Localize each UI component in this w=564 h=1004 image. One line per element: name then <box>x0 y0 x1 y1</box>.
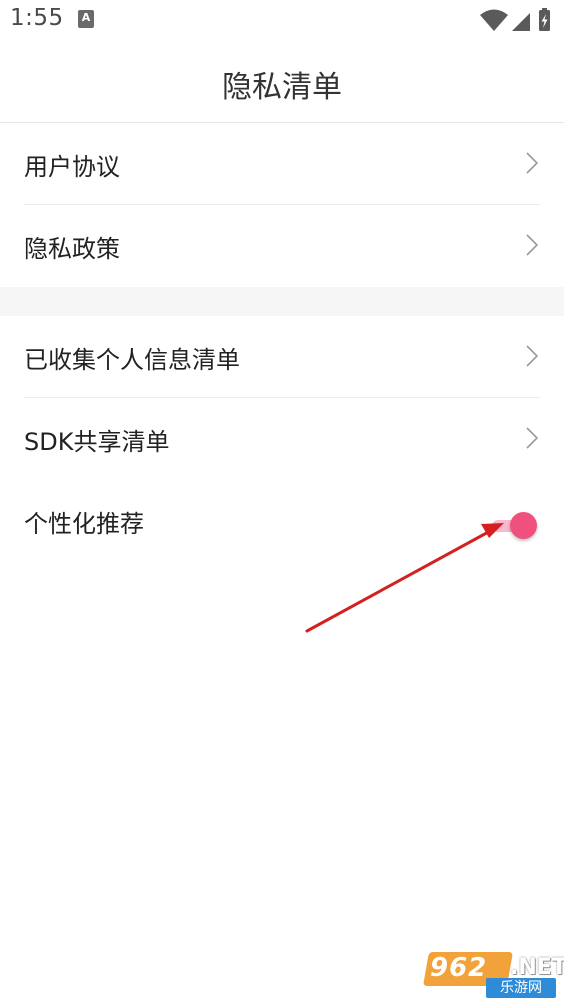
status-icons <box>480 8 550 31</box>
watermark-logo: 962 <box>430 953 488 983</box>
chevron-right-icon <box>526 345 538 367</box>
sdk-share-list-item[interactable]: SDK共享清单 <box>0 398 564 480</box>
page-header: 隐私清单 <box>0 40 564 123</box>
chevron-right-icon <box>526 152 538 174</box>
watermark-suffix: .NET <box>510 955 564 980</box>
site-watermark: 962 .NET 乐游网 <box>423 952 564 998</box>
collected-info-list-item[interactable]: 已收集个人信息清单 <box>0 316 564 398</box>
toggle-knob <box>510 512 537 539</box>
wifi-icon <box>480 9 508 31</box>
status-bar: 1:55 A <box>0 0 564 40</box>
personalized-recommendation-item: 个性化推荐 <box>0 480 564 562</box>
list-item-label: 隐私政策 <box>24 235 120 263</box>
list-item-label: SDK共享清单 <box>24 428 170 456</box>
privacy-list-screen: 1:55 A 隐私清单 用户协议 隐私政策 已收集个人信息清单 SDK共享清单 … <box>0 0 564 1004</box>
signal-icon <box>512 13 530 31</box>
battery-charging-icon <box>539 8 550 31</box>
user-agreement-item[interactable]: 用户协议 <box>0 123 564 205</box>
list-item-label: 用户协议 <box>24 153 120 181</box>
page-title: 隐私清单 <box>222 70 342 105</box>
privacy-policy-item[interactable]: 隐私政策 <box>0 205 564 287</box>
watermark-sub: 乐游网 <box>486 978 556 998</box>
text-a-icon: A <box>78 10 94 28</box>
list-item-label: 个性化推荐 <box>24 510 144 538</box>
chevron-right-icon <box>526 234 538 256</box>
list-item-label: 已收集个人信息清单 <box>24 346 240 374</box>
personalized-recommendation-toggle[interactable] <box>492 510 538 540</box>
status-time: 1:55 <box>10 5 64 31</box>
section-separator <box>0 287 564 316</box>
chevron-right-icon <box>526 427 538 449</box>
